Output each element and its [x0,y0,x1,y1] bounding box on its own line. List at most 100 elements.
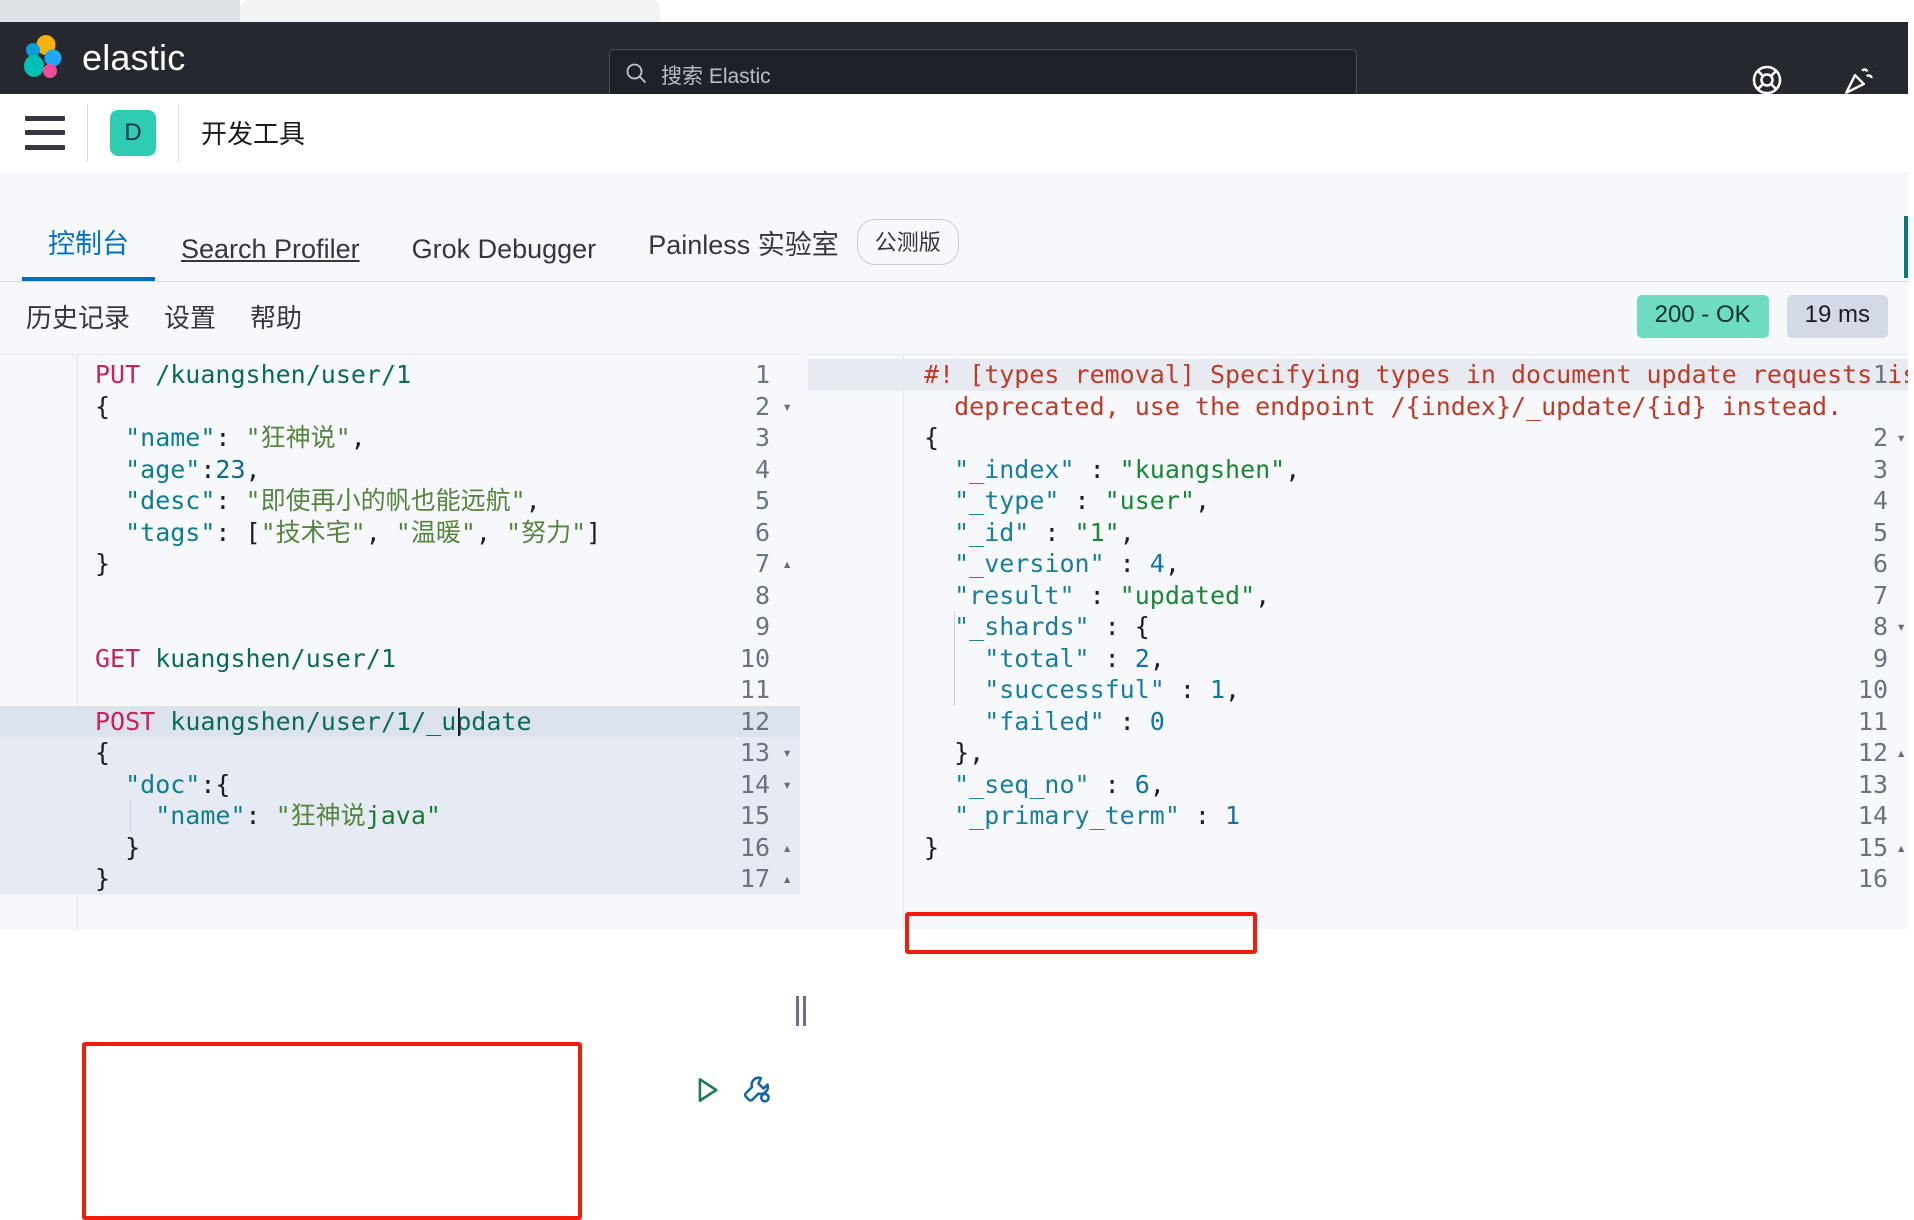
code-line: #! [types removal] Specifying types in d… [808,359,1914,391]
browser-tab-strip-left [0,0,240,22]
line-number: 11 [739,675,770,704]
line-number: 9 [1872,643,1888,673]
elastic-logo-icon [22,35,68,81]
code-line[interactable]: "desc": "即使再小的帆也能远航", [0,485,800,517]
tab-console[interactable]: 控制台 [22,222,155,281]
console-link-help[interactable]: 帮助 [250,298,302,335]
code-line[interactable]: { [0,391,800,423]
line-number: 17 [739,864,770,893]
console-editor-area: PUT /kuangshen/user/1{ "name": "狂神说", "a… [0,354,1914,1220]
line-number: 14 [1857,801,1888,830]
fold-toggle-icon[interactable]: ▾ [1896,611,1906,643]
fold-toggle-icon[interactable]: ▾ [1896,422,1906,454]
code-line-text: "name": "狂神说java" [95,801,441,830]
line-number: 4 [1872,486,1888,515]
page-title: 开发工具 [201,119,306,149]
code-line-text: { [924,423,940,452]
play-request-icon[interactable] [690,1073,724,1107]
code-line-text: "_version" : 4, [924,549,1180,578]
code-line[interactable]: "age":23, [0,454,800,486]
response-status-group: 200 - OK 19 ms [1636,295,1888,338]
response-viewer[interactable]: #! [types removal] Specifying types in d… [808,354,1914,930]
line-number: 1 [1872,360,1888,389]
line-number: 15 [1857,832,1888,862]
code-line-text: "desc": "即使再小的帆也能远航", [95,486,541,515]
code-line-text: "_id" : "1", [924,517,1135,547]
browser-active-tab[interactable] [240,0,660,22]
code-line-text: "total" : 2, [924,643,1165,673]
fold-toggle-icon[interactable]: ▴ [1896,832,1906,864]
space-avatar[interactable]: D [110,109,156,156]
tab-grok-debugger-label: Grok Debugger [411,234,597,264]
fold-toggle-icon[interactable]: ▴ [782,832,792,864]
line-number: 5 [754,486,770,515]
tab-painless-lab[interactable]: Painless 实验室 公测版 [622,219,985,281]
code-line[interactable]: } [0,548,800,580]
code-line[interactable]: POST kuangshen/user/1/_update [0,705,800,737]
code-line[interactable]: "tags": ["技术宅", "温暖", "努力"] [0,517,800,549]
code-line-text: { [95,738,111,767]
hamburger-menu-icon[interactable] [25,115,65,150]
code-line[interactable] [0,611,800,643]
search-icon [624,61,648,90]
line-number: 10 [1857,675,1888,704]
console-link-settings[interactable]: 设置 [164,298,216,335]
code-line-text: } [95,832,141,862]
code-line[interactable]: "name": "狂神说java" [0,800,800,832]
code-line-text: "_index" : "kuangshen", [924,454,1301,484]
whats-new-party-popper-icon[interactable] [1842,63,1876,97]
tab-list: 控制台 Search Profiler Grok Debugger Painle… [0,199,985,281]
fold-toggle-icon[interactable]: ▾ [782,391,792,423]
code-line[interactable] [0,674,800,706]
code-line-text: "doc":{ [95,769,231,799]
code-line: "_seq_no" : 6, [808,769,1914,801]
code-line[interactable]: } [0,831,800,863]
code-line[interactable]: "name": "狂神说", [0,422,800,454]
pane-resize-handle[interactable] [792,994,810,1028]
console-toolbar: 历史记录 设置 帮助 200 - OK 19 ms [0,282,1914,354]
code-line-text: "successful" : 1, [924,675,1241,704]
code-line[interactable]: GET kuangshen/user/1 [0,643,800,675]
search-input-placeholder[interactable]: 搜索 Elastic [661,60,771,90]
line-number: 13 [739,738,770,767]
fold-toggle-icon[interactable]: ▴ [782,548,792,580]
code-line-text: } [95,549,111,578]
line-number: 14 [739,769,770,799]
code-line: "failed" : 0 [808,706,1914,738]
code-line-text: deprecated, use the endpoint /{index}/_u… [924,391,1843,421]
line-number: 9 [754,612,770,641]
tab-search-profiler-label: Search Profiler [181,234,360,264]
code-line[interactable]: "doc":{ [0,768,800,800]
line-number: 2 [754,391,770,421]
console-link-history[interactable]: 历史记录 [26,298,130,335]
code-line: "total" : 2, [808,643,1914,675]
header-divider-2 [178,103,179,162]
fold-toggle-icon[interactable]: ▾ [782,737,792,769]
wrench-icon[interactable] [740,1073,774,1107]
code-line[interactable] [0,580,800,612]
line-number: 6 [754,517,770,547]
console-links: 历史记录 设置 帮助 [26,298,302,335]
indent-guide [130,800,131,832]
code-line: }, [808,737,1914,769]
code-line-text: #! [types removal] Specifying types in d… [924,360,1914,389]
code-line-text: "_type" : "user", [924,486,1210,515]
fold-toggle-icon[interactable]: ▴ [1896,737,1906,769]
fold-toggle-icon[interactable]: ▾ [782,769,792,801]
tab-search-profiler[interactable]: Search Profiler [155,234,386,281]
code-line: deprecated, use the endpoint /{index}/_u… [808,391,1914,423]
code-line[interactable]: { [0,737,800,769]
code-line: "_shards" : { [808,611,1914,643]
line-number: 13 [1857,769,1888,799]
code-line: "successful" : 1, [808,674,1914,706]
code-line-text: "age":23, [95,454,261,484]
fold-toggle-icon[interactable]: ▴ [782,863,792,895]
tab-grok-debugger[interactable]: Grok Debugger [386,234,623,281]
code-line[interactable]: } [0,863,800,895]
brand[interactable]: elastic [22,35,185,81]
help-lifebuoy-icon[interactable] [1750,63,1784,97]
request-editor[interactable]: PUT /kuangshen/user/1{ "name": "狂神说", "a… [0,354,800,1103]
code-line[interactable]: PUT /kuangshen/user/1 [0,359,800,391]
annot-request-block [82,1042,582,1220]
line-number: 11 [1857,706,1888,736]
